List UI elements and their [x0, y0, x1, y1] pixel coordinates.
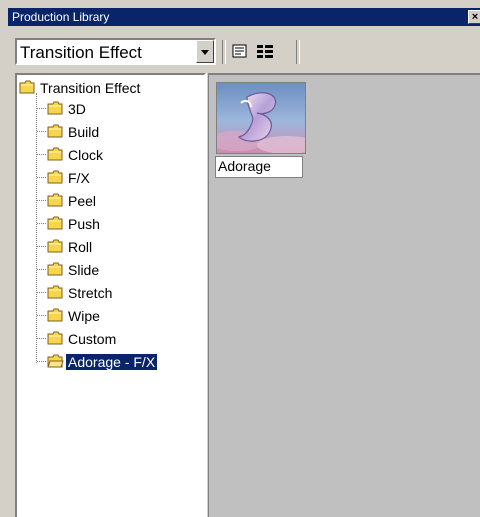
- tree-connector: [37, 108, 46, 109]
- folder-icon: [47, 124, 63, 138]
- tree-connector: [37, 154, 46, 155]
- folder-icon: [47, 285, 63, 299]
- tree-connector: [37, 361, 46, 362]
- toolbar-separator: [222, 40, 226, 64]
- tree-connector: [37, 177, 46, 178]
- tree-connector: [37, 131, 46, 132]
- dropdown-button[interactable]: [196, 40, 214, 63]
- adorage-thumbnail[interactable]: [216, 82, 306, 154]
- tree-connector: [37, 338, 46, 339]
- tree-item-label: Transition Effect: [40, 80, 141, 96]
- tree-connector: [37, 315, 46, 316]
- folder-icon: [47, 170, 63, 184]
- window-title: Production Library: [12, 10, 110, 24]
- category-dropdown[interactable]: Transition Effect: [15, 38, 216, 65]
- details-view-button[interactable]: [229, 40, 251, 62]
- folder-icon: [47, 239, 63, 253]
- folder-icon: [47, 147, 63, 161]
- open-folder-icon: [47, 354, 64, 368]
- list-view-button[interactable]: [254, 40, 276, 62]
- folder-icon: [47, 308, 63, 322]
- tree-item-label: Build: [68, 124, 100, 140]
- tree-item-label: Adorage - F/X: [64, 353, 159, 371]
- chevron-down-icon: [201, 50, 209, 55]
- adorage-thumbnail-image: [217, 83, 305, 153]
- folder-icon: [47, 193, 63, 207]
- tree-item-label: Wipe: [68, 308, 100, 324]
- details-view-icon: [232, 44, 247, 58]
- tree-item-label: Roll: [68, 239, 93, 255]
- toolbar-separator: [296, 40, 300, 64]
- tree-item-label: Peel: [68, 193, 97, 209]
- folder-icon: [19, 80, 35, 94]
- tree-item-label: 3D: [68, 101, 86, 117]
- tree-item-label: Clock: [68, 147, 104, 163]
- tree-connector: [37, 223, 46, 224]
- tree-connector: [37, 269, 46, 270]
- title-bar: Production Library ×: [8, 8, 480, 26]
- adorage-label: Adorage: [215, 156, 303, 178]
- category-dropdown-value: Transition Effect: [20, 43, 142, 62]
- tree-item-label: Slide: [68, 262, 100, 278]
- list-view-icon: [257, 45, 273, 58]
- tree-connector: [37, 246, 46, 247]
- tree-connector: [37, 292, 46, 293]
- tree-item-label: Stretch: [68, 285, 113, 301]
- tree-connector: [36, 93, 37, 363]
- close-button[interactable]: ×: [468, 10, 480, 24]
- folder-icon: [47, 216, 63, 230]
- tree-connector: [37, 200, 46, 201]
- tree-item-label: Custom: [68, 331, 117, 347]
- folder-icon: [47, 262, 63, 276]
- tree-item-label: Push: [68, 216, 100, 232]
- folder-icon: [47, 101, 63, 115]
- tree-item-label: F/X: [68, 170, 90, 186]
- folder-icon: [47, 331, 63, 345]
